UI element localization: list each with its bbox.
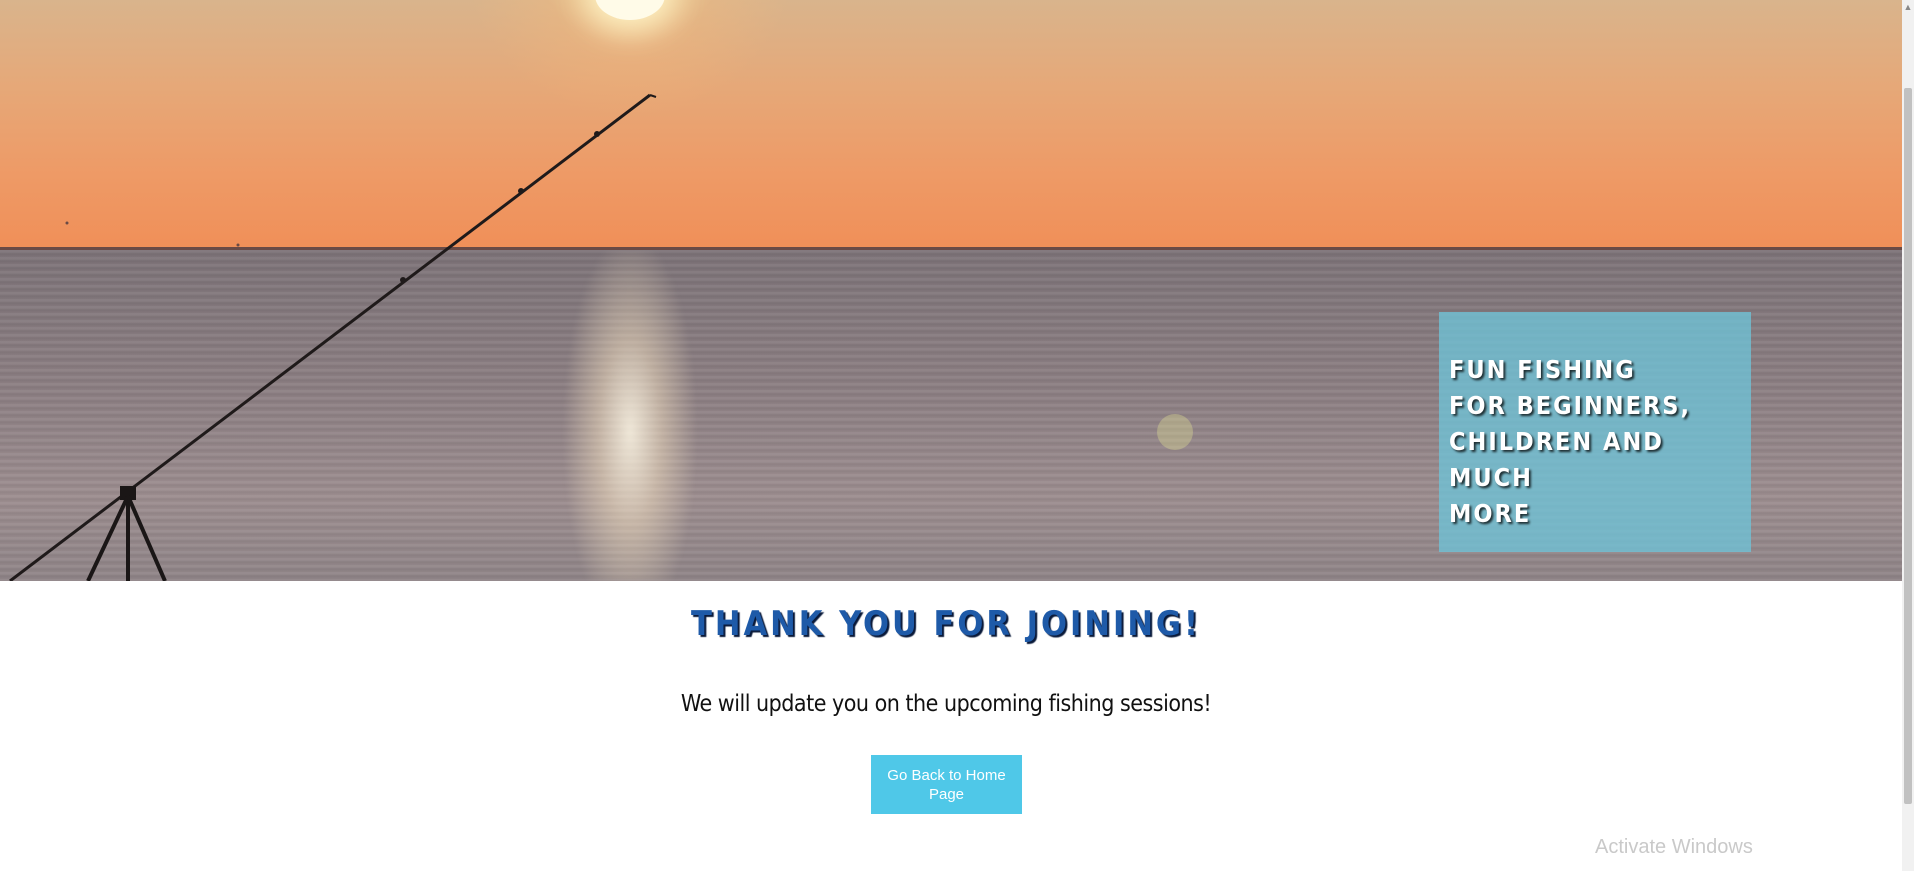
page: FUN FISHING FOR BEGINNERS, CHILDREN AND … (0, 0, 1902, 871)
rod-tip (649, 94, 657, 98)
hero-tagline-box: FUN FISHING FOR BEGINNERS, CHILDREN AND … (1439, 312, 1751, 552)
hero-tagline-line-1: FUN FISHING (1449, 355, 1636, 384)
hero-tagline-line-2: FOR BEGINNERS, (1449, 391, 1692, 420)
update-message: We will update you on the upcoming fishi… (680, 691, 1212, 717)
scrollbar-thumb[interactable] (1904, 88, 1912, 804)
distant-bird (236, 243, 240, 247)
tripod-leg (86, 495, 130, 581)
distant-bird (65, 221, 69, 225)
thank-you-heading: THANK YOU FOR JOINING! (691, 604, 1201, 644)
vertical-scrollbar[interactable]: ▲ (1902, 0, 1914, 871)
tripod-leg (126, 495, 167, 581)
hero-tagline-line-4: MORE (1449, 499, 1532, 528)
rod-guide (518, 188, 524, 194)
hero-tagline-line-3: CHILDREN AND MUCH (1449, 427, 1664, 492)
chevron-up-icon[interactable]: ▲ (1903, 2, 1913, 12)
activate-windows-watermark: Activate Windows (1595, 836, 1753, 858)
hero-banner: FUN FISHING FOR BEGINNERS, CHILDREN AND … (0, 0, 1902, 581)
fishing-rod (9, 93, 651, 581)
lens-flare (1157, 414, 1193, 450)
rod-guide (594, 131, 600, 137)
rod-guide (400, 277, 406, 283)
go-back-home-button[interactable]: Go Back to Home Page (871, 755, 1022, 814)
